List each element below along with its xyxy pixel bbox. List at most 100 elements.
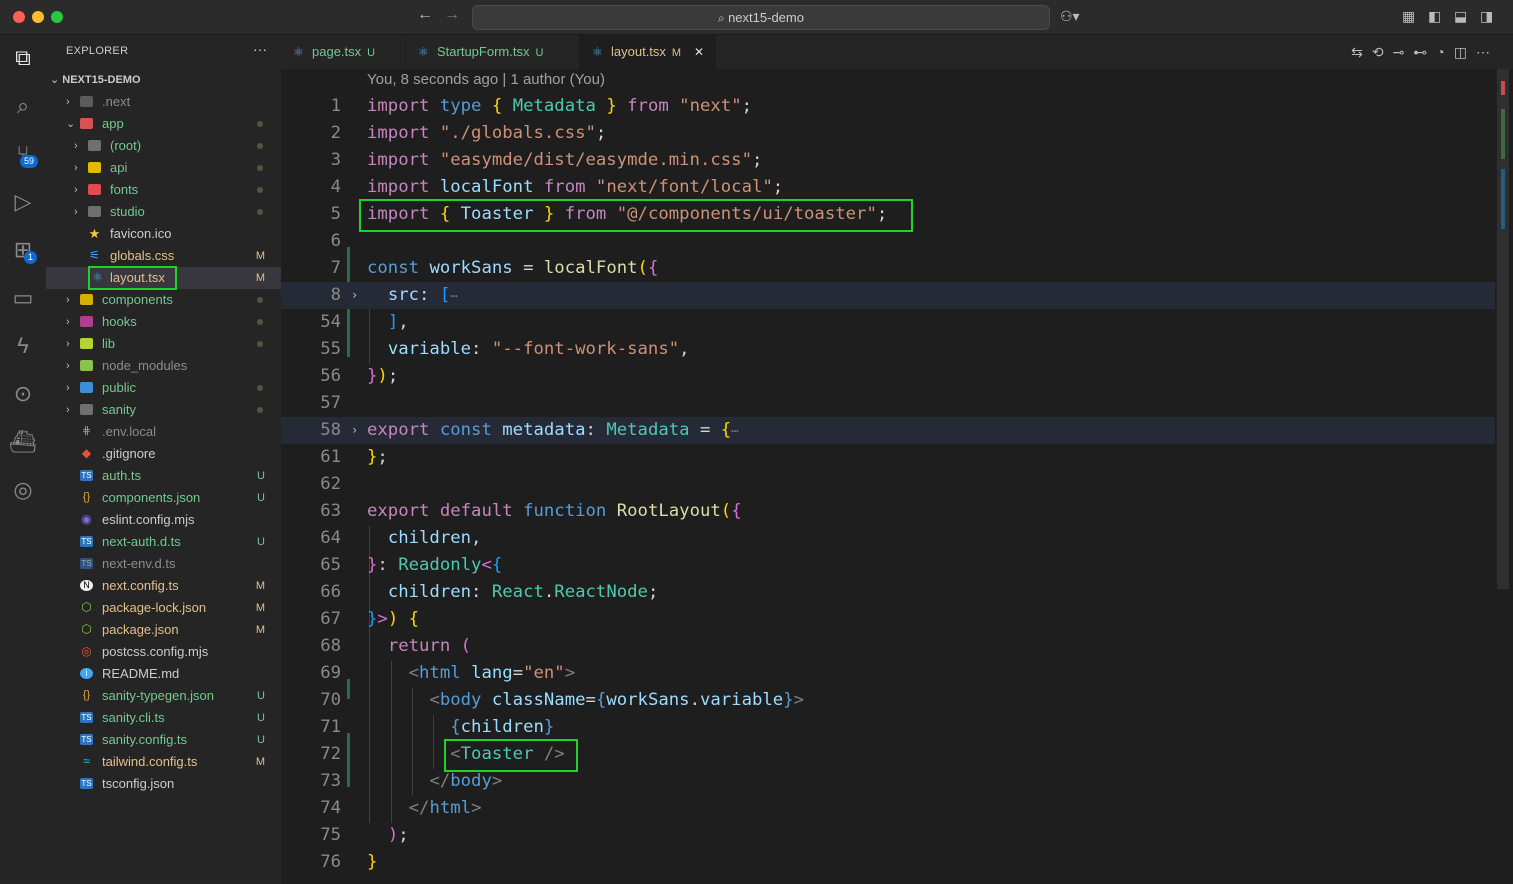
customize-layout-icon[interactable]: ▦ <box>1402 8 1415 25</box>
next-change-icon[interactable]: ⊷ <box>1413 44 1436 60</box>
tree-item-package-lock[interactable]: ⬡ package-lock.json M <box>46 597 281 619</box>
fold-chevron-icon[interactable]: › <box>351 282 358 309</box>
search-view-icon[interactable]: ⌕ <box>8 91 38 121</box>
activity-bar: ⧉ ⌕ ⑂ 59 ▷ ⊞ 1 ▭ ϟ ⊙ ⛴ ◎ <box>0 35 46 884</box>
tree-item-fonts[interactable]: › fonts <box>46 179 281 201</box>
tree-item-layout-tsx[interactable]: ⚛ layout.tsx M <box>46 266 281 290</box>
split-editor-icon[interactable]: ◫ <box>1454 44 1476 60</box>
minimize-window-button[interactable] <box>32 11 44 23</box>
gitlens-icon[interactable]: ◎ <box>8 475 38 505</box>
more-actions-icon[interactable]: ⋯ <box>1476 44 1499 60</box>
tree-item-postcss-config[interactable]: ◎ postcss.config.mjs <box>46 641 281 663</box>
tree-item-sanity-config[interactable]: TS sanity.config.ts U <box>46 729 281 751</box>
tree-item-tsconfig[interactable]: TS tsconfig.json <box>46 773 281 795</box>
tree-item-next-auth-dts[interactable]: TS next-auth.d.ts U <box>46 531 281 553</box>
open-changes-icon[interactable]: ⟲ <box>1372 44 1393 60</box>
code-line: 62 <box>281 471 1495 498</box>
json-file-icon: {} <box>82 491 91 503</box>
copilot-icon[interactable]: ⚇▾ <box>1060 8 1080 25</box>
docker-icon[interactable]: ⛴ <box>8 427 38 457</box>
git-graph-icon[interactable]: ⊙ <box>8 379 38 409</box>
tree-item-public[interactable]: › public <box>46 377 281 399</box>
tree-item-node-modules[interactable]: › node_modules <box>46 355 281 377</box>
copilot-chat-icon[interactable]: ◔ <box>1436 44 1453 60</box>
tree-item-readme[interactable]: i README.md <box>46 663 281 685</box>
tree-item-package-json[interactable]: ⬡ package.json M <box>46 619 281 641</box>
close-window-button[interactable] <box>13 11 25 23</box>
git-status-dot <box>257 319 263 325</box>
code-line: 1 import type { Metadata } from "next"; <box>281 93 1495 120</box>
git-status: U <box>257 734 265 746</box>
tree-item-favicon[interactable]: ★ favicon.ico <box>46 223 281 245</box>
git-status-dot <box>257 187 263 193</box>
run-debug-icon[interactable]: ▷ <box>8 187 38 217</box>
folder-icon <box>80 294 93 305</box>
code-line: 67}>) { <box>281 606 1495 633</box>
chevron-right-icon: › <box>66 382 70 394</box>
tab-startupform-tsx[interactable]: ⚛ StartupForm.tsx U <box>406 35 580 69</box>
thunder-client-icon[interactable]: ϟ <box>8 331 38 361</box>
tree-item-lib[interactable]: › lib <box>46 333 281 355</box>
tree-item-env-local[interactable]: ⋕ .env.local <box>46 421 281 443</box>
tab-page-tsx[interactable]: ⚛ page.tsx U <box>281 35 406 69</box>
toggle-panel-icon[interactable]: ⬓ <box>1454 8 1467 25</box>
tree-item-hooks[interactable]: › hooks <box>46 311 281 333</box>
more-actions-icon[interactable]: ··· <box>253 41 267 57</box>
folder-icon <box>80 96 93 107</box>
editor-scrollbar[interactable] <box>1497 69 1509 884</box>
close-tab-icon[interactable]: ✕ <box>694 35 704 69</box>
line-number: 61 <box>320 447 341 467</box>
extensions-icon[interactable]: ⊞ 1 <box>8 235 38 265</box>
sidebar-title: EXPLORER <box>66 45 129 57</box>
tree-item-studio[interactable]: › studio <box>46 201 281 223</box>
tree-item-label: eslint.config.mjs <box>102 512 195 527</box>
back-arrow-icon[interactable]: ← <box>417 6 433 24</box>
code-line: 70 <body className={workSans.variable}> <box>281 687 1495 714</box>
line-number: 65 <box>320 555 341 575</box>
tree-item-gitignore[interactable]: ◆ .gitignore <box>46 443 281 465</box>
source-control-icon[interactable]: ⑂ 59 <box>8 139 39 169</box>
tab-layout-tsx[interactable]: ⚛ layout.tsx M ✕ <box>580 35 716 69</box>
tree-item-eslint-config[interactable]: ◉ eslint.config.mjs <box>46 509 281 531</box>
line-number: 67 <box>320 609 341 629</box>
toggle-secondary-sidebar-icon[interactable]: ◨ <box>1480 8 1493 25</box>
git-blame-codelens[interactable]: You, 8 seconds ago | 1 author (You) <box>367 71 605 88</box>
tree-item-label: package.json <box>102 622 179 637</box>
tree-item-auth-ts[interactable]: TS auth.ts U <box>46 465 281 487</box>
tree-item-next[interactable]: › .next <box>46 91 281 113</box>
star-icon: ★ <box>88 226 101 241</box>
tree-item-label: api <box>110 160 128 175</box>
line-number: 7 <box>330 258 341 278</box>
fold-chevron-icon[interactable]: › <box>351 417 358 444</box>
tree-item-sanity-typegen[interactable]: {} sanity-typegen.json U <box>46 685 281 707</box>
tree-item-globals-css[interactable]: ⚟ globals.css M <box>46 245 281 267</box>
code-line: 61}; <box>281 444 1495 471</box>
tree-item-label: node_modules <box>102 358 188 373</box>
code-editor[interactable]: You, 8 seconds ago | 1 author (You) 1 imp… <box>281 69 1513 884</box>
nextjs-icon: N <box>80 580 93 591</box>
tree-item-label: sanity-typegen.json <box>102 688 215 703</box>
compare-changes-icon[interactable]: ⇆ <box>1351 44 1372 60</box>
tree-item-app[interactable]: ⌄ app <box>46 113 281 135</box>
tree-item-components-json[interactable]: {} components.json U <box>46 487 281 509</box>
tree-item-sanity[interactable]: › sanity <box>46 399 281 421</box>
chevron-right-icon: › <box>66 360 70 372</box>
tree-item-tailwind-config[interactable]: ≈ tailwind.config.ts M <box>46 751 281 773</box>
git-status-dot <box>257 209 263 215</box>
tree-item-api[interactable]: › api <box>46 157 281 179</box>
tree-item-next-config[interactable]: N next.config.ts M <box>46 575 281 597</box>
toggle-primary-sidebar-icon[interactable]: ◧ <box>1428 8 1441 25</box>
tree-item-components[interactable]: › components <box>46 289 281 311</box>
tree-item-next-env-dts[interactable]: TS next-env.d.ts <box>46 553 281 575</box>
tree-item-root-group[interactable]: › (root) <box>46 135 281 157</box>
previous-change-icon[interactable]: ⊸ <box>1393 44 1414 60</box>
explorer-icon[interactable]: ⧉ <box>8 43 38 73</box>
forward-arrow-icon[interactable]: → <box>444 6 460 24</box>
workspace-root[interactable]: ⌄ NEXT15-DEMO <box>50 73 141 86</box>
command-center-search[interactable]: ⌕ next15-demo <box>472 5 1050 30</box>
line-number: 4 <box>330 177 341 197</box>
remote-explorer-icon[interactable]: ▭ <box>8 283 38 313</box>
code-line: 57 <box>281 390 1495 417</box>
tree-item-sanity-cli[interactable]: TS sanity.cli.ts U <box>46 707 281 729</box>
maximize-window-button[interactable] <box>51 11 63 23</box>
